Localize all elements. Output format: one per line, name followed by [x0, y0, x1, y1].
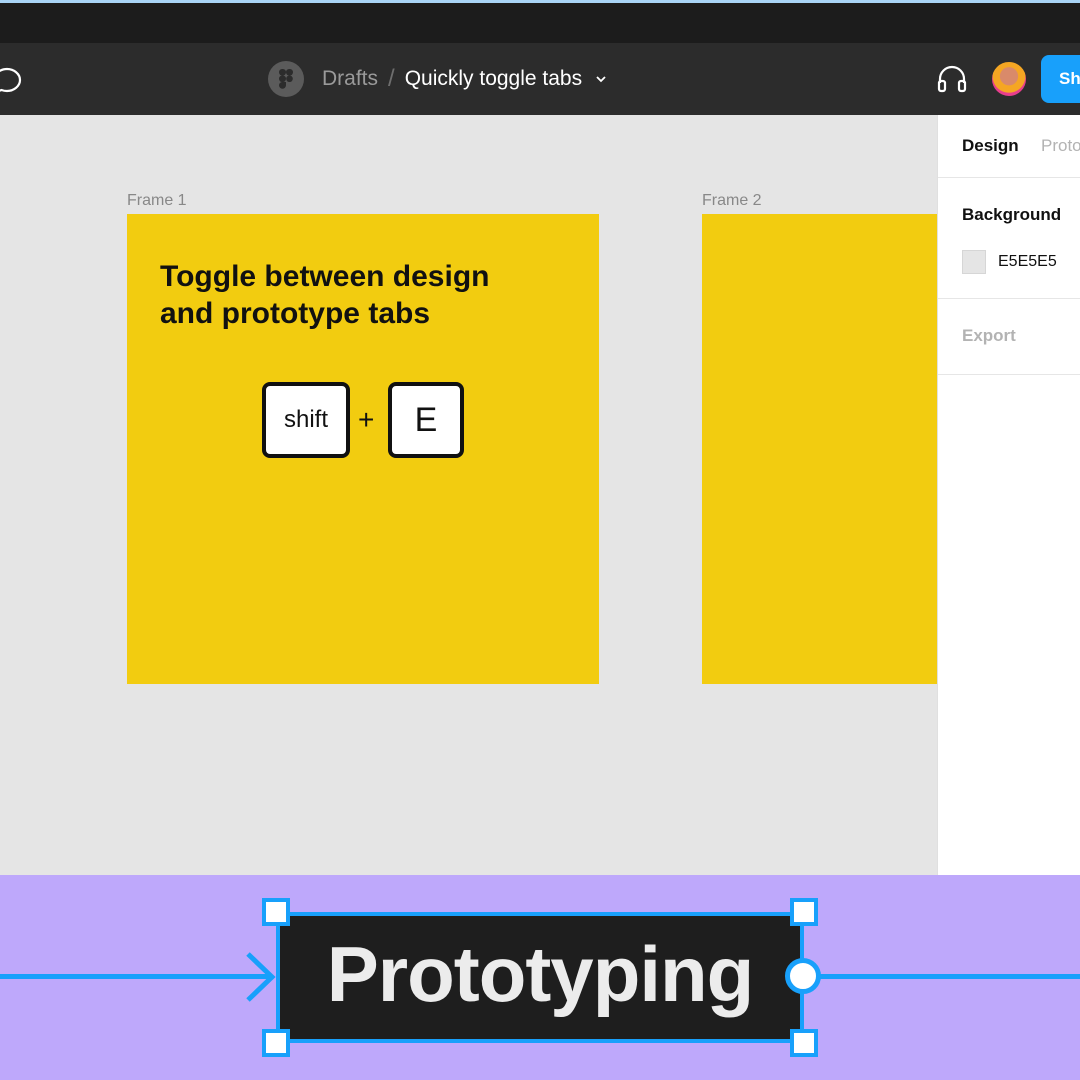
export-title[interactable]: Export	[962, 326, 1016, 346]
arrowhead-icon	[246, 952, 276, 1002]
properties-panel: Design Proto Background E5E5E5 Export	[937, 115, 1080, 875]
frame-1-label[interactable]: Frame 1	[127, 192, 187, 210]
breadcrumb: Drafts / Quickly toggle tabs	[268, 60, 608, 98]
flow-line-right	[820, 974, 1080, 979]
toolbar: Drafts / Quickly toggle tabs Sh	[0, 43, 1080, 116]
connection-dot	[785, 958, 821, 994]
canvas[interactable]: Frame 1 Toggle between design and protot…	[0, 115, 937, 875]
background-hex[interactable]: E5E5E5	[998, 253, 1057, 271]
e-key: E	[388, 382, 464, 458]
file-name[interactable]: Quickly toggle tabs	[405, 67, 582, 91]
tab-design[interactable]: Design	[962, 136, 1019, 156]
os-title-bar	[0, 3, 1080, 43]
heading-line-1: Toggle between design	[160, 260, 490, 293]
background-swatch[interactable]	[962, 250, 986, 274]
handle-top-left	[262, 898, 290, 926]
breadcrumb-drafts[interactable]: Drafts	[322, 67, 378, 91]
flow-line-left	[0, 974, 270, 979]
frame-heading: Toggle between design and prototype tabs	[160, 258, 580, 332]
panel-tabs: Design Proto	[938, 115, 1080, 178]
handle-bottom-right	[790, 1029, 818, 1057]
export-section: Export	[938, 299, 1080, 375]
background-title: Background	[962, 205, 1062, 224]
tab-prototype[interactable]: Proto	[1041, 136, 1080, 156]
frame-1[interactable]: Toggle between design and prototype tabs…	[127, 214, 599, 684]
plus-sign: +	[358, 404, 375, 435]
figma-logo-icon[interactable]	[268, 61, 304, 97]
frame-2[interactable]	[702, 214, 937, 684]
share-button[interactable]: Sh	[1041, 55, 1080, 103]
heading-line-2: and prototype tabs	[160, 297, 431, 330]
handle-bottom-left	[262, 1029, 290, 1057]
avatar[interactable]	[990, 60, 1028, 98]
shift-key: shift	[262, 382, 350, 458]
prototyping-label: Prototyping	[326, 930, 755, 1018]
prototyping-label-box: Prototyping	[276, 912, 804, 1043]
frame-2-label[interactable]: Frame 2	[702, 192, 762, 210]
breadcrumb-separator: /	[388, 65, 395, 92]
handle-top-right	[790, 898, 818, 926]
background-section: Background E5E5E5	[938, 178, 1080, 299]
chevron-down-icon[interactable]	[594, 72, 608, 86]
headset-icon[interactable]	[934, 61, 970, 97]
comment-icon[interactable]	[0, 65, 22, 95]
